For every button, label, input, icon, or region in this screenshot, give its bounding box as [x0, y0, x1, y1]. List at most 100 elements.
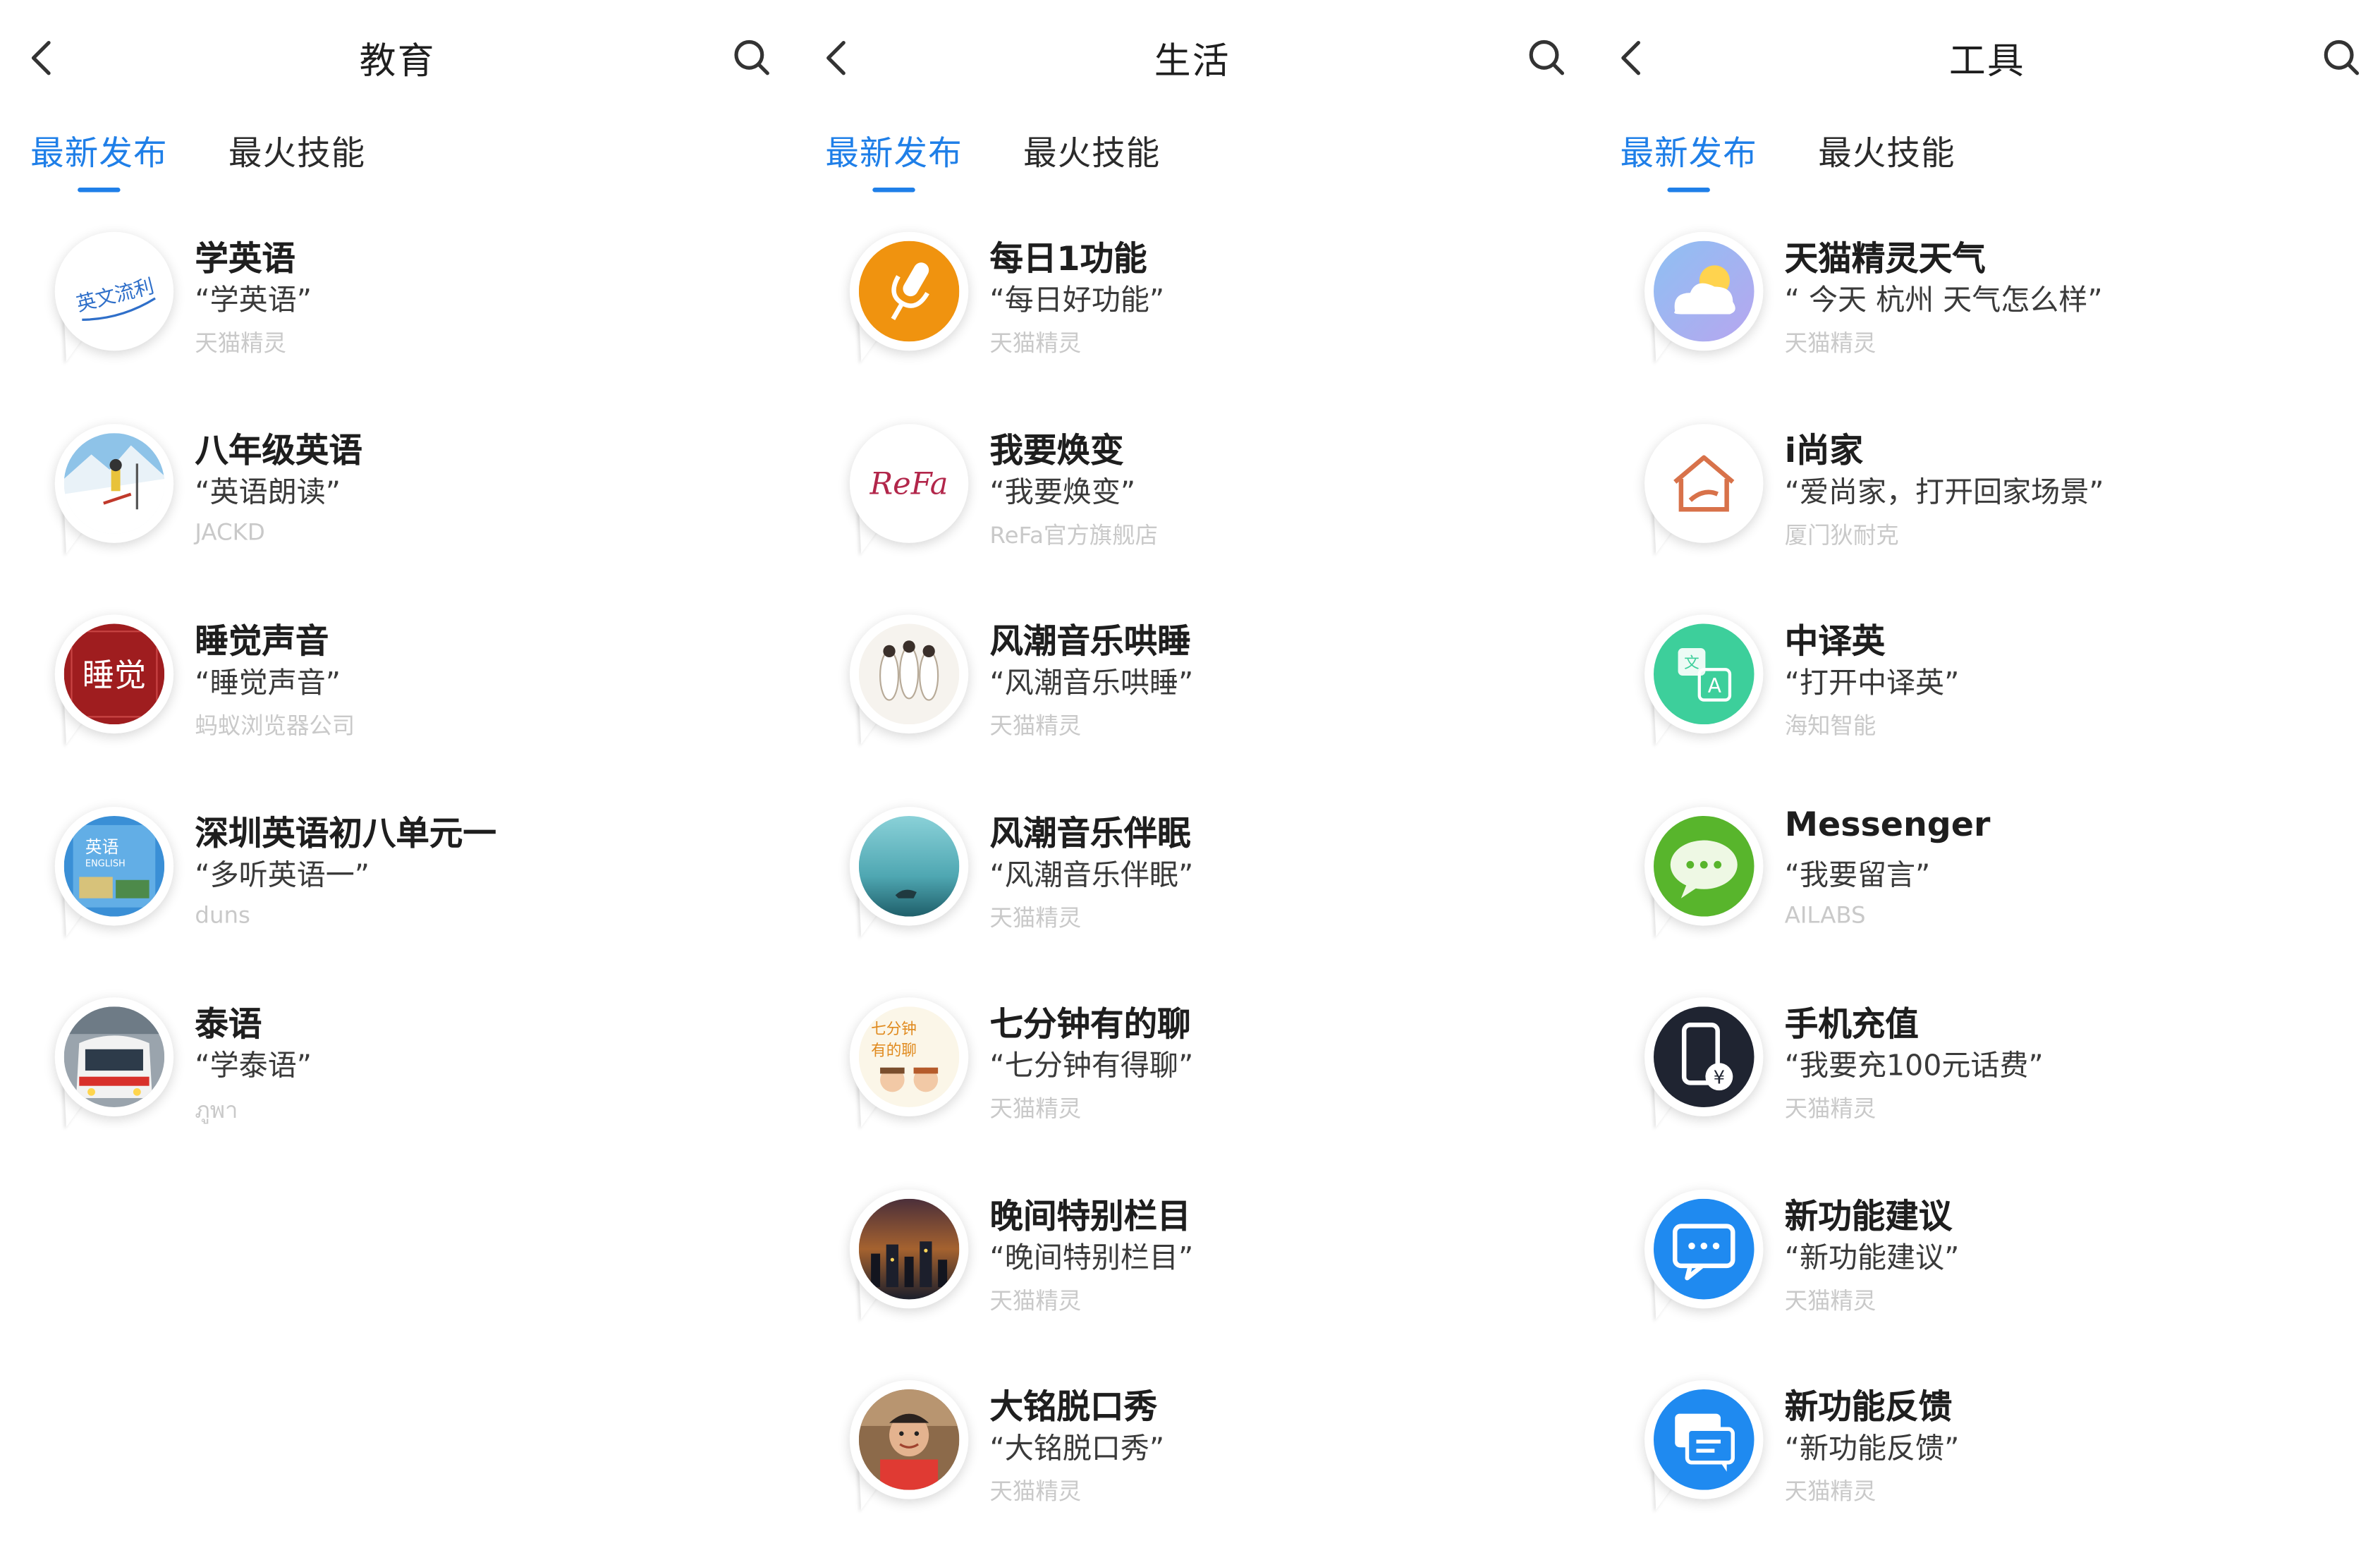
skill-list-item[interactable]: 新功能建议 “新功能建议” 天猫精灵	[1589, 1188, 2380, 1357]
svg-text:英语: 英语	[85, 836, 118, 856]
skill-name: 学英语	[195, 240, 295, 279]
skill-name: 大铭脱口秀	[989, 1389, 1158, 1428]
skill-phrase: “风潮音乐伴眠”	[989, 858, 1194, 891]
microphone-icon	[858, 240, 960, 342]
skill-name: 我要焕变	[989, 432, 1124, 471]
svg-text:文: 文	[1684, 654, 1699, 672]
skill-icon-bubble[interactable]: 七分钟 有的聊	[848, 997, 977, 1144]
skill-developer: 天猫精灵	[989, 903, 1082, 932]
svg-text:七分钟: 七分钟	[871, 1020, 917, 1038]
skill-list-item[interactable]: ¥ 手机充值 “我要充100元话费” 天猫精灵	[1589, 997, 2380, 1165]
skill-developer: 天猫精灵	[989, 712, 1082, 740]
skill-phrase: “新功能反馈”	[1784, 1432, 1960, 1466]
skill-icon-bubble[interactable]	[848, 805, 977, 953]
skill-icon-bubble[interactable]	[848, 231, 977, 379]
tab-latest[interactable]: 最新发布	[825, 126, 962, 175]
search-icon[interactable]	[2321, 37, 2363, 80]
skill-list-item[interactable]: 英文流利 学英语 “学英语” 天猫精灵	[0, 231, 795, 400]
skill-list-item[interactable]: 每日1功能 “每日好功能” 天猫精灵	[795, 231, 1589, 400]
skill-developer: 天猫精灵	[1784, 329, 1876, 358]
skill-phrase: “ 今天 杭州 天气怎么样”	[1784, 284, 2103, 317]
skill-icon-bubble[interactable]	[1642, 1188, 1772, 1336]
skill-icon-bubble[interactable]	[848, 1380, 977, 1527]
skill-icon-bubble[interactable]: 英语 ENGLISH	[52, 805, 183, 953]
skill-list-item[interactable]: i尚家 “爱尚家，打开回家场景” 厦门狄耐克	[1589, 423, 2380, 591]
skill-list-item[interactable]: 睡觉 睡觉声音 “睡觉声音” 蚂蚁浏览器公司	[0, 614, 795, 782]
skill-icon-bubble[interactable]	[1642, 805, 1772, 953]
tab-latest[interactable]: 最新发布	[1620, 126, 1757, 175]
skill-list-item[interactable]: ReFa 我要焕变 “我要焕变” ReFa官方旗舰店	[795, 423, 1589, 591]
skill-list-item[interactable]: 八年级英语 “英语朗读” JACKD	[0, 423, 795, 591]
skill-name: 每日1功能	[989, 240, 1147, 279]
active-tab-indicator	[1667, 187, 1710, 193]
skill-developer: 蚂蚁浏览器公司	[195, 712, 355, 740]
skill-list-item[interactable]: 英语 ENGLISH 深圳英语初八单元一 “多听英语一” duns	[0, 805, 795, 974]
skill-icon-bubble[interactable]	[52, 423, 183, 570]
skill-list-item[interactable]: 泰语 “学泰语” ภูพา	[0, 997, 795, 1165]
skill-phrase: “晚间特别栏目”	[989, 1241, 1194, 1274]
english-textbook-icon: 英语 ENGLISH	[63, 815, 165, 916]
skill-icon-bubble[interactable]	[848, 1188, 977, 1336]
phone-recharge-icon: ¥	[1654, 1006, 1755, 1107]
sleeping-people-icon	[858, 623, 960, 725]
skill-icon-bubble[interactable]	[1642, 1380, 1772, 1527]
skill-icon-bubble[interactable]: 睡觉	[52, 614, 183, 761]
active-tab-indicator	[872, 187, 915, 193]
search-icon[interactable]	[1526, 37, 1568, 80]
night-city-icon	[858, 1197, 960, 1299]
skill-name: 七分钟有的聊	[989, 1006, 1191, 1045]
skill-icon-bubble[interactable]	[848, 614, 977, 761]
category-panel: 生活 最新发布 最火技能 每日1功能 “每日好功能” 天猫精灵 ReFa 我要焕…	[795, 0, 1590, 1539]
skill-phrase: “我要焕变”	[989, 475, 1136, 509]
tab-hottest[interactable]: 最火技能	[1818, 126, 1955, 175]
skill-list-item[interactable]: 文A 中译英 “打开中译英” 海知智能	[1589, 614, 2380, 782]
skill-developer: duns	[195, 900, 250, 928]
skill-developer: 天猫精灵	[1784, 1286, 1876, 1314]
skill-list-item[interactable]: 风潮音乐伴眠 “风潮音乐伴眠” 天猫精灵	[795, 805, 1589, 974]
skill-list-item[interactable]: 天猫精灵天气 “ 今天 杭州 天气怎么样” 天猫精灵	[1589, 231, 2380, 400]
skill-list-item[interactable]: 风潮音乐哄睡 “风潮音乐哄睡” 天猫精灵	[795, 614, 1589, 782]
tab-latest[interactable]: 最新发布	[30, 126, 167, 175]
skill-phrase: “风潮音乐哄睡”	[989, 666, 1194, 700]
skill-list-item[interactable]: Messenger “我要留言” AILABS	[1589, 805, 2380, 974]
skill-name: 手机充值	[1784, 1006, 1919, 1045]
skill-icon-bubble[interactable]: 文A	[1642, 614, 1772, 761]
suggestion-chat-icon	[1654, 1197, 1755, 1299]
svg-text:A: A	[1708, 674, 1721, 697]
skill-icon-bubble[interactable]: ReFa	[848, 423, 977, 570]
skill-developer: 天猫精灵	[989, 1286, 1082, 1314]
tab-hottest[interactable]: 最火技能	[1023, 126, 1160, 175]
skill-phrase: “多听英语一”	[195, 858, 370, 891]
skill-developer: 天猫精灵	[1784, 1095, 1876, 1123]
skill-list-item[interactable]: 七分钟 有的聊 七分钟有的聊 “七分钟有得聊” 天猫精灵	[795, 997, 1589, 1165]
tab-hottest[interactable]: 最火技能	[228, 126, 365, 175]
skill-list-item[interactable]: 新功能反馈 “新功能反馈” 天猫精灵	[1589, 1380, 2380, 1548]
svg-text:ENGLISH: ENGLISH	[85, 858, 126, 868]
skill-developer: 天猫精灵	[989, 1095, 1082, 1123]
skill-phrase: “我要充100元话费”	[1784, 1049, 2044, 1083]
skill-name: Messenger	[1784, 805, 1991, 844]
skill-name: 晚间特别栏目	[989, 1197, 1191, 1236]
page-title: 生活	[1154, 39, 1231, 83]
skill-icon-bubble[interactable]: ¥	[1642, 997, 1772, 1144]
skill-icon-bubble[interactable]	[1642, 423, 1772, 570]
skill-developer: 海知智能	[1784, 712, 1876, 740]
skill-name: 睡觉声音	[195, 623, 329, 662]
skill-developer: ภูพา	[195, 1096, 238, 1124]
skill-icon-bubble[interactable]	[1642, 231, 1772, 379]
skill-name: 中译英	[1784, 623, 1886, 662]
skill-icon-bubble[interactable]	[52, 997, 183, 1144]
skill-name: 天猫精灵天气	[1784, 240, 1986, 279]
search-icon[interactable]	[731, 37, 773, 80]
category-panel: 教育 最新发布 最火技能 英文流利 学英语 “学英语” 天猫精灵 八年级英语 “…	[0, 0, 795, 1539]
svg-text:¥: ¥	[1714, 1067, 1725, 1088]
skill-developer: 天猫精灵	[1784, 1477, 1876, 1506]
weather-cloud-icon	[1654, 240, 1755, 342]
skill-phrase: “学英语”	[195, 284, 312, 317]
skill-icon-bubble[interactable]: 英文流利	[52, 231, 183, 379]
skill-phrase: “新功能建议”	[1784, 1241, 1960, 1274]
skill-list-item[interactable]: 晚间特别栏目 “晚间特别栏目” 天猫精灵	[795, 1188, 1589, 1357]
skill-list-item[interactable]: 大铭脱口秀 “大铭脱口秀” 天猫精灵	[795, 1380, 1589, 1548]
page-title: 教育	[359, 39, 436, 83]
translate-icon: 文A	[1654, 623, 1755, 725]
